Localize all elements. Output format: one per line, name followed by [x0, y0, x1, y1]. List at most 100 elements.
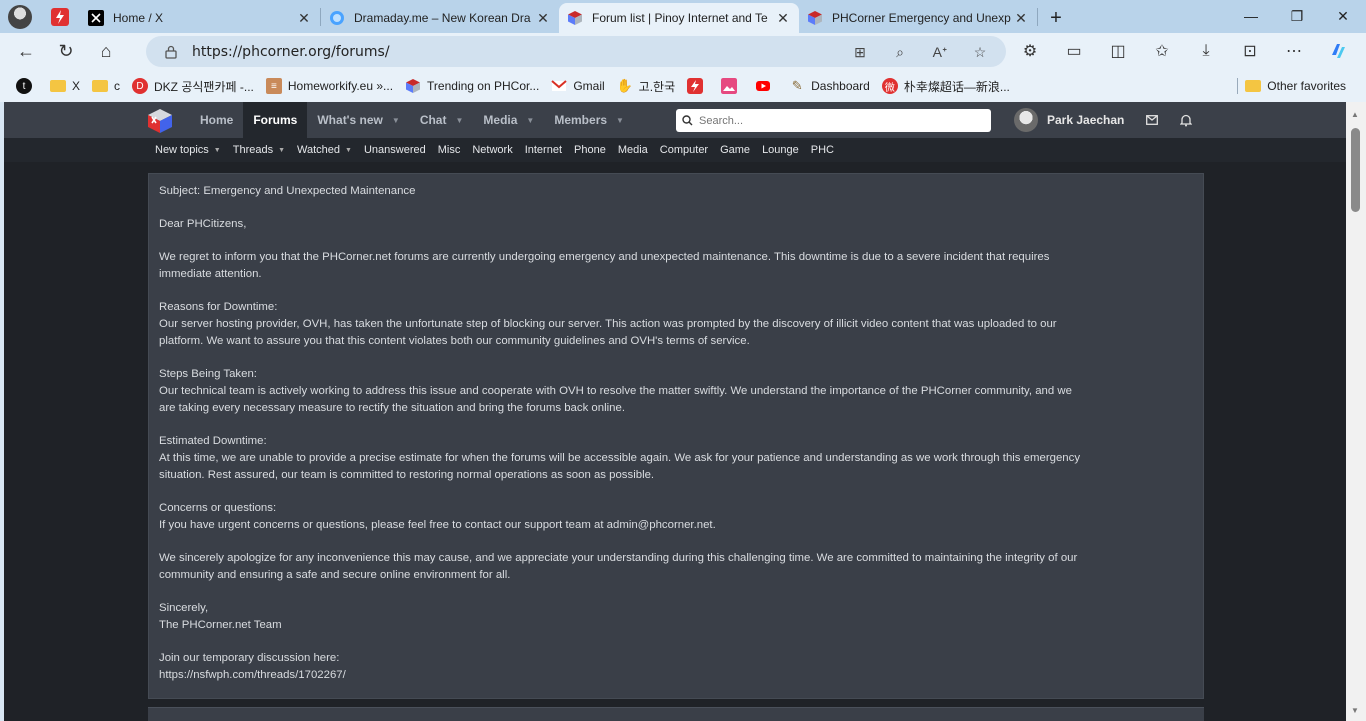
- subnav-network[interactable]: Network: [466, 138, 518, 162]
- subnav-new-topics[interactable]: New topics ▼: [149, 138, 227, 162]
- subnav-phc[interactable]: PHC: [805, 138, 840, 162]
- close-icon[interactable]: ✕: [535, 10, 551, 27]
- tab-x-home[interactable]: Home / X ✕: [80, 3, 320, 33]
- app-available-icon[interactable]: ⊞: [846, 42, 874, 62]
- subnav-internet[interactable]: Internet: [519, 138, 568, 162]
- address-bar-actions: ⊞ ⌕ Aᐩ ☆: [846, 42, 994, 62]
- favorite-trending-phcorner[interactable]: Trending on PHCor...: [399, 74, 545, 98]
- restore-button[interactable]: ❐: [1274, 0, 1320, 32]
- notice-intro-line: immediate attention.: [159, 268, 262, 280]
- favorite-threads[interactable]: t: [10, 74, 44, 98]
- reasons-line: Our server hosting provider, OVH, has ta…: [159, 318, 1057, 330]
- subnav-phone[interactable]: Phone: [568, 138, 612, 162]
- chevron-down-icon[interactable]: ▼: [392, 116, 400, 125]
- subnav-game[interactable]: Game: [714, 138, 756, 162]
- phcorner-logo-icon: [568, 11, 582, 25]
- new-tab-button[interactable]: +: [1038, 3, 1074, 33]
- nav-members[interactable]: Members ▼: [544, 102, 634, 138]
- back-button[interactable]: ←: [6, 36, 46, 68]
- favorite-star-icon[interactable]: ☆: [966, 42, 994, 62]
- screenshot-icon[interactable]: ⊡: [1228, 35, 1272, 67]
- favorites-divider: [1237, 78, 1238, 94]
- zoom-icon[interactable]: ⌕: [886, 42, 914, 62]
- tab-forum-list[interactable]: Forum list | Pinoy Internet and Te ✕: [559, 3, 799, 33]
- signature: The PHCorner.net Team: [159, 619, 282, 631]
- refresh-button[interactable]: ↻: [46, 36, 86, 68]
- favorite-folder-c[interactable]: c: [86, 74, 126, 98]
- favorite-korea[interactable]: ✋ 고.한국: [611, 74, 681, 98]
- bell-icon[interactable]: [1178, 112, 1194, 128]
- chevron-down-icon[interactable]: ▼: [214, 147, 221, 154]
- page-scrollbar[interactable]: ▲ ▼: [1346, 102, 1366, 721]
- subnav-misc[interactable]: Misc: [432, 138, 467, 162]
- pinned-tab[interactable]: [40, 0, 80, 33]
- favorite-image[interactable]: [715, 74, 749, 98]
- favorite-weibo[interactable]: 微 朴幸燦超话—新浪...: [876, 74, 1016, 98]
- split-screen-icon[interactable]: ◫: [1096, 35, 1140, 67]
- favorite-homeworkify[interactable]: ≡ Homeworkify.eu »...: [260, 74, 399, 98]
- favorites-icon[interactable]: ✩: [1140, 35, 1184, 67]
- phcorner-logo-icon: [808, 11, 822, 25]
- subnav-threads[interactable]: Threads ▼: [227, 138, 291, 162]
- scroll-down-icon[interactable]: ▼: [1351, 706, 1359, 715]
- favorite-youtube[interactable]: [749, 74, 783, 98]
- nav-label: Media: [483, 113, 518, 127]
- favorite-gmail[interactable]: Gmail: [545, 74, 610, 98]
- site-search-box[interactable]: [676, 109, 991, 132]
- chevron-down-icon[interactable]: ▼: [345, 147, 352, 154]
- subnav-watched[interactable]: Watched ▼: [291, 138, 358, 162]
- user-menu[interactable]: Park Jaechan: [1014, 108, 1124, 132]
- close-icon[interactable]: ✕: [296, 10, 312, 27]
- address-bar[interactable]: https://phcorner.org/forums/ ⊞ ⌕ Aᐩ ☆: [146, 36, 1006, 67]
- other-favorites-folder[interactable]: Other favorites: [1239, 74, 1352, 98]
- close-icon[interactable]: ✕: [1013, 10, 1029, 27]
- nav-home[interactable]: Home: [190, 102, 243, 138]
- close-window-button[interactable]: ✕: [1320, 0, 1366, 32]
- phcorner-logo-icon[interactable]: [146, 107, 174, 135]
- reasons-line: platform. We want to assure you that thi…: [159, 335, 750, 347]
- sub-navigation: New topics ▼ Threads ▼ Watched ▼ Unanswered…: [4, 138, 1346, 162]
- subnav-lounge[interactable]: Lounge: [756, 138, 805, 162]
- favorite-dashboard[interactable]: ✎ Dashboard: [783, 74, 876, 98]
- search-input[interactable]: [699, 114, 979, 127]
- subnav-computer[interactable]: Computer: [654, 138, 714, 162]
- nav-forums[interactable]: Forums: [243, 102, 308, 138]
- more-menu-icon[interactable]: ⋯: [1272, 35, 1316, 67]
- close-icon[interactable]: ✕: [775, 10, 791, 27]
- site-header: Home Forums What's new ▼ Chat ▼ Media ▼ Mem…: [4, 102, 1346, 138]
- scrollbar-thumb[interactable]: [1351, 128, 1360, 212]
- envelope-icon[interactable]: [1144, 112, 1160, 128]
- nav-whats-new[interactable]: What's new ▼: [307, 102, 409, 138]
- chevron-down-icon[interactable]: ▼: [616, 116, 624, 125]
- extensions-icon[interactable]: ⚙: [1008, 35, 1052, 67]
- nav-chat[interactable]: Chat ▼: [410, 102, 474, 138]
- copilot-icon[interactable]: [1316, 35, 1360, 67]
- home-button[interactable]: ⌂: [86, 36, 126, 68]
- subnav-label: New topics: [155, 144, 209, 156]
- cast-icon[interactable]: ▭: [1052, 35, 1096, 67]
- profile-button[interactable]: [0, 0, 40, 33]
- chevron-down-icon[interactable]: ▼: [278, 147, 285, 154]
- discussion-link[interactable]: https://nsfwph.com/threads/1702267/: [159, 667, 1193, 684]
- favorite-dkz[interactable]: D DKZ 공식팬카페 -...: [126, 74, 260, 98]
- username: Park Jaechan: [1047, 113, 1125, 127]
- web-page: Home Forums What's new ▼ Chat ▼ Media ▼ Mem…: [4, 102, 1346, 721]
- chevron-down-icon[interactable]: ▼: [526, 116, 534, 125]
- reasons-heading: Reasons for Downtime:: [159, 301, 278, 313]
- nav-label: Members: [554, 113, 608, 127]
- subnav-media[interactable]: Media: [612, 138, 654, 162]
- minimize-button[interactable]: —: [1228, 0, 1274, 32]
- scroll-up-icon[interactable]: ▲: [1351, 110, 1359, 119]
- chevron-down-icon[interactable]: ▼: [455, 116, 463, 125]
- browser-toolbar: ⚙ ▭ ◫ ✩ ⤓ ⊡ ⋯: [1008, 35, 1360, 67]
- read-aloud-icon[interactable]: Aᐩ: [926, 42, 954, 62]
- subnav-unanswered[interactable]: Unanswered: [358, 138, 432, 162]
- favorite-label: DKZ 공식팬카페 -...: [154, 79, 254, 94]
- folder-icon: [92, 78, 109, 94]
- downloads-icon[interactable]: ⤓: [1184, 35, 1228, 67]
- tab-dramaday[interactable]: Dramaday.me – New Korean Dra ✕: [321, 3, 559, 33]
- nav-media[interactable]: Media ▼: [473, 102, 544, 138]
- favorite-folder-x[interactable]: X: [44, 74, 86, 98]
- tab-phcorner-emergency[interactable]: PHCorner Emergency and Unexp ✕: [799, 3, 1037, 33]
- favorite-bolt[interactable]: [681, 74, 715, 98]
